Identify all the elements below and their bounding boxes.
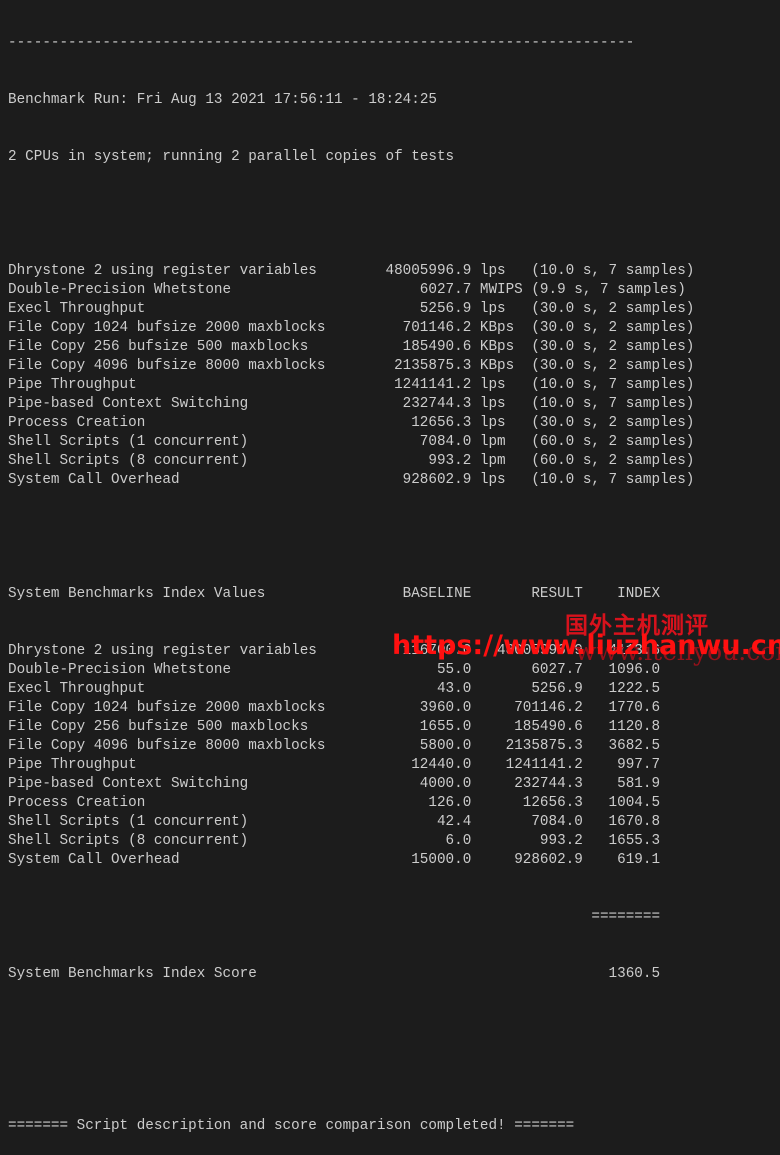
test-meta: (30.0 s, 2 samples) xyxy=(531,320,695,336)
test-unit: lps xyxy=(479,377,506,393)
result-row: Pipe-based Context Switching 232744.3 lps(… xyxy=(8,395,694,414)
test-meta: (10.0 s, 7 samples) xyxy=(531,396,695,412)
result-row: Execl Throughput 5256.9 lps (30.0 s, 2 samp… xyxy=(8,300,694,319)
test-value: 928602.9 xyxy=(402,472,472,488)
benchmark-run-line: Benchmark Run: Fri Aug 13 2021 17:56:11 … xyxy=(8,92,437,108)
test-value: 185490.6 xyxy=(402,339,472,355)
index-row: File Copy 4096 bufsize 8000 maxblocks 580… xyxy=(8,737,694,756)
test-value: 232744.3 xyxy=(402,396,472,412)
test-meta: (60.0 s, 2 samples) xyxy=(531,434,695,450)
footer-line: ======= Script description and score com… xyxy=(8,1118,575,1134)
result-row: System Call Overhead 928602.9 lps (10.0 s, … xyxy=(8,471,694,490)
terminal-output: ----------------------------------------… xyxy=(8,0,694,1155)
index-value: 1004.5 xyxy=(608,795,661,811)
watermark-url: https://www.liuzhanwu.cn xyxy=(392,630,780,661)
index-value: 997.7 xyxy=(617,757,661,773)
result-row: Dhrystone 2 using register variables 4800… xyxy=(8,262,694,281)
index-value: 3682.5 xyxy=(608,738,661,754)
result-row: File Copy 4096 bufsize 8000 maxblocks 213… xyxy=(8,357,694,376)
index-value: 1770.6 xyxy=(608,700,661,716)
result-row: Shell Scripts (8 concurrent) 993.2 lpm (60.… xyxy=(8,452,694,471)
test-unit: lps xyxy=(479,263,506,279)
test-unit: KBps xyxy=(479,339,515,355)
test-value: 48005996.9 xyxy=(385,263,472,279)
test-value: 7084.0 xyxy=(419,434,472,450)
test-meta: (30.0 s, 2 samples) xyxy=(531,301,695,317)
result-row: File Copy 1024 bufsize 2000 maxblocks 701… xyxy=(8,319,694,338)
test-value: 701146.2 xyxy=(402,320,472,336)
cpu-info-line: 2 CPUs in system; running 2 parallel cop… xyxy=(8,149,455,165)
test-meta: (10.0 s, 7 samples) xyxy=(531,377,695,393)
test-unit: KBps xyxy=(479,320,515,336)
index-header: System Benchmarks Index Values BASELINE … xyxy=(8,585,694,604)
test-meta: (30.0 s, 2 samples) xyxy=(531,358,695,374)
test-unit: KBps xyxy=(479,358,515,374)
test-unit: lps xyxy=(479,396,506,412)
index-value: 1222.5 xyxy=(608,681,661,697)
rule-line: ----------------------------------------… xyxy=(8,35,635,51)
result-row: Process Creation 12656.3 lps (30.0 s, 2 sam… xyxy=(8,414,694,433)
score-value: 1360.5 xyxy=(608,966,661,982)
test-value: 993.2 xyxy=(428,453,472,469)
separator: ======== xyxy=(591,909,661,925)
test-unit: lps xyxy=(479,472,506,488)
test-value: 1241141.2 xyxy=(394,377,472,393)
test-meta: (30.0 s, 2 samples) xyxy=(531,339,695,355)
index-row: Pipe-based Context Switching 4000.0 232744… xyxy=(8,775,694,794)
result-row: File Copy 256 bufsize 500 maxblocks 18549… xyxy=(8,338,694,357)
test-meta: (30.0 s, 2 samples) xyxy=(531,415,695,431)
test-meta: (60.0 s, 2 samples) xyxy=(531,453,695,469)
index-value: 1120.8 xyxy=(608,719,661,735)
test-unit: lps xyxy=(479,301,506,317)
index-value: 1655.3 xyxy=(608,833,661,849)
index-row: Shell Scripts (8 concurrent) 6.0 993.2 1655… xyxy=(8,832,694,851)
index-row: Process Creation 126.0 12656.3 1004.5 xyxy=(8,794,694,813)
test-unit: MWIPS xyxy=(479,282,523,298)
index-value: 1670.8 xyxy=(608,814,661,830)
test-meta: (10.0 s, 7 samples) xyxy=(531,472,695,488)
test-value: 6027.7 xyxy=(419,282,472,298)
result-row: Pipe Throughput 1241141.2 lps (10.0 s, 7 sa… xyxy=(8,376,694,395)
index-row: File Copy 256 bufsize 500 maxblocks 1655.… xyxy=(8,718,694,737)
test-meta: (10.0 s, 7 samples) xyxy=(531,263,695,279)
index-row: Pipe Throughput 12440.0 1241141.2 997.7 xyxy=(8,756,694,775)
test-unit: lps xyxy=(479,415,506,431)
index-row: System Call Overhead 15000.0 928602.9 619.1 xyxy=(8,851,694,870)
index-row: Shell Scripts (1 concurrent) 42.4 7084.0 16… xyxy=(8,813,694,832)
index-value: 1096.0 xyxy=(608,662,661,678)
col-index: INDEX xyxy=(617,586,661,602)
test-meta: (9.9 s, 7 samples) xyxy=(531,282,686,298)
test-unit: lpm xyxy=(479,434,506,450)
index-value: 581.9 xyxy=(617,776,661,792)
result-row: Double-Precision Whetstone 6027.7 MWIPS (9.… xyxy=(8,281,694,300)
index-row: File Copy 1024 bufsize 2000 maxblocks 396… xyxy=(8,699,694,718)
index-row: Execl Throughput 43.0 5256.9 1222.5 xyxy=(8,680,694,699)
test-value: 2135875.3 xyxy=(394,358,472,374)
test-unit: lpm xyxy=(479,453,506,469)
index-score-row: System Benchmarks Index Score 1360.5 xyxy=(8,965,694,984)
result-row: Shell Scripts (1 concurrent) 7084.0 lpm (60… xyxy=(8,433,694,452)
test-value: 5256.9 xyxy=(419,301,472,317)
test-value: 12656.3 xyxy=(411,415,472,431)
index-value: 619.1 xyxy=(617,852,661,868)
